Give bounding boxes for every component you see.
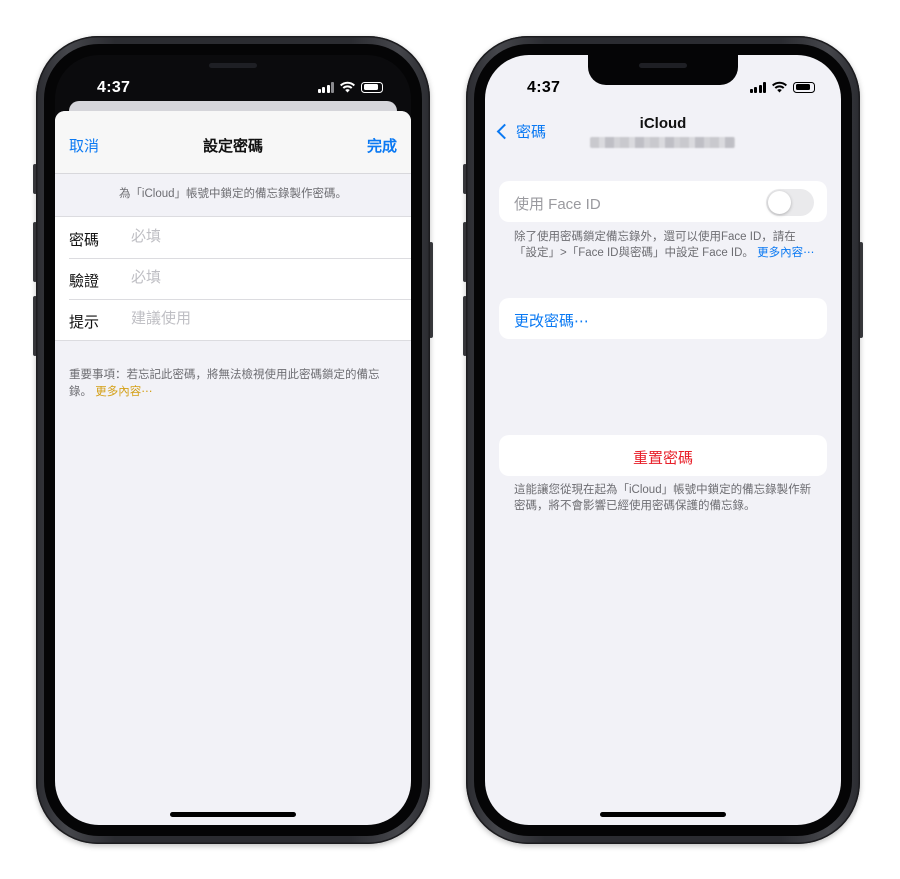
wifi-icon — [772, 81, 787, 93]
home-indicator[interactable] — [600, 812, 726, 817]
speaker-grille — [639, 63, 687, 68]
password-input[interactable] — [131, 228, 371, 245]
status-bar: 4:37 — [485, 55, 841, 109]
toggle-knob — [768, 191, 791, 214]
password-row[interactable]: 密碼 — [55, 217, 411, 258]
left-screen: 4:37 取消 設定密碼 完成 為「iCloud」帳號中鎖定的備忘錄製作密碼。 … — [55, 55, 411, 825]
learn-more-link[interactable]: 更多內容⋯ — [95, 386, 153, 398]
status-time: 4:37 — [97, 79, 131, 96]
status-time: 4:37 — [527, 79, 561, 96]
signal-icon — [749, 81, 766, 93]
sheet-description: 為「iCloud」帳號中鎖定的備忘錄製作密碼。 — [118, 188, 348, 200]
home-indicator[interactable] — [170, 812, 296, 817]
face-id-toggle[interactable] — [766, 189, 814, 216]
left-phone: 4:37 取消 設定密碼 完成 為「iCloud」帳號中鎖定的備忘錄製作密碼。 … — [33, 36, 433, 844]
status-icons — [317, 81, 383, 93]
verify-row[interactable]: 驗證 — [55, 258, 411, 299]
set-password-sheet: 取消 設定密碼 完成 為「iCloud」帳號中鎖定的備忘錄製作密碼。 密碼 驗證… — [55, 111, 411, 825]
password-form: 密碼 驗證 提示 — [55, 216, 411, 341]
password-label: 密碼 — [69, 232, 100, 249]
verify-label: 驗證 — [69, 273, 100, 290]
blurred-account-email — [590, 137, 735, 148]
reset-password-note: 這能讓您從現在起為「iCloud」帳號中鎖定的備忘錄製作新密碼，將不會影響已經使… — [514, 484, 812, 512]
face-id-note-text: 除了使用密碼鎖定備忘錄外，還可以使用Face ID，請在「設定」>「Face I… — [514, 231, 796, 259]
wifi-icon — [340, 81, 355, 93]
hint-label: 提示 — [69, 314, 100, 331]
battery-icon — [793, 81, 815, 93]
right-phone: 4:37 密碼 iCloud 使用 Face ID 除了使用密碼鎖定備忘錄外，還… — [463, 36, 863, 844]
speaker-grille — [209, 63, 257, 68]
important-note: 重要事項：若忘記此密碼，將無法檢視使用此密碼鎖定的備忘錄。 更多內容⋯ — [69, 367, 395, 401]
page-title: iCloud — [639, 115, 687, 132]
navigation-bar: 取消 設定密碼 完成 — [55, 111, 411, 174]
signal-icon — [317, 81, 334, 93]
right-screen: 4:37 密碼 iCloud 使用 Face ID 除了使用密碼鎖定備忘錄外，還… — [485, 55, 841, 825]
change-password-button[interactable]: 更改密碼⋯ — [514, 310, 589, 331]
learn-more-link[interactable]: 更多內容⋯ — [757, 247, 815, 259]
face-id-note: 除了使用密碼鎖定備忘錄外，還可以使用Face ID，請在「設定」>「Face I… — [514, 230, 815, 261]
face-id-label: 使用 Face ID — [514, 196, 601, 213]
battery-icon — [361, 81, 383, 93]
notch — [588, 55, 738, 85]
page-title: 設定密碼 — [202, 138, 263, 155]
face-id-cell: 使用 Face ID — [499, 181, 827, 222]
verify-input[interactable] — [131, 269, 371, 286]
reset-password-cell[interactable]: 重置密碼 — [499, 435, 827, 476]
done-button[interactable]: 完成 — [367, 135, 397, 156]
status-icons — [749, 81, 815, 93]
hint-input[interactable] — [131, 310, 371, 327]
hint-row[interactable]: 提示 — [55, 299, 411, 340]
reset-password-button[interactable]: 重置密碼 — [499, 447, 827, 468]
change-password-cell[interactable]: 更改密碼⋯ — [499, 298, 827, 339]
